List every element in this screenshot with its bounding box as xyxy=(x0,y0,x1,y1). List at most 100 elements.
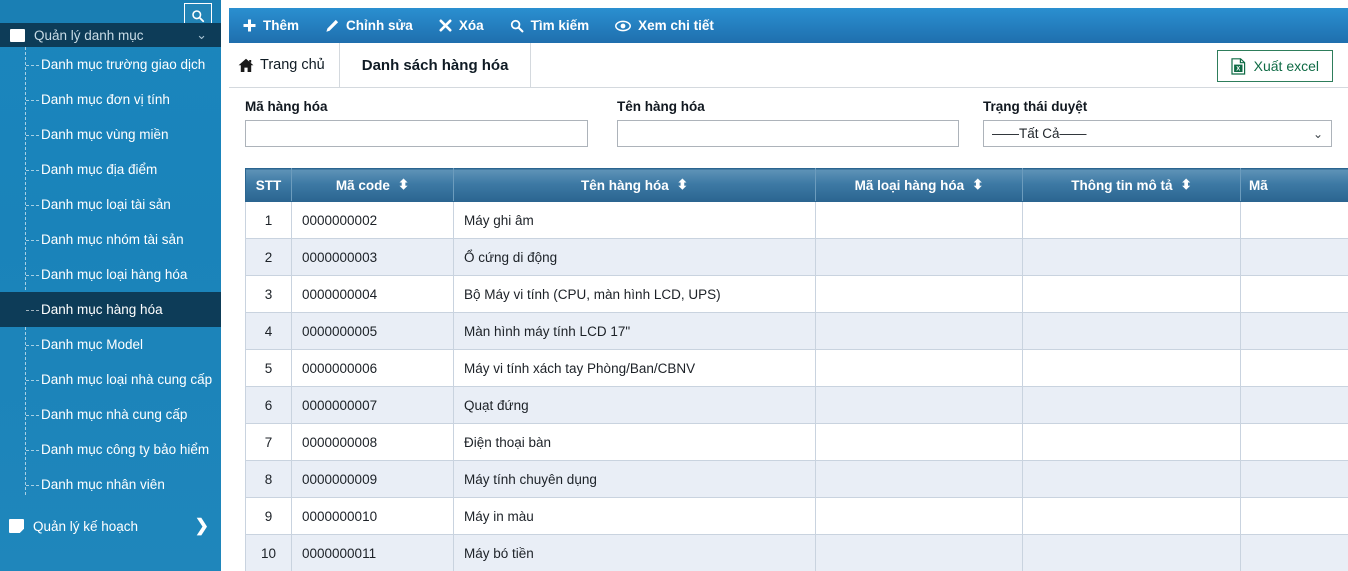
cell-code: 0000000002 xyxy=(291,201,454,239)
sort-updown-icon[interactable]: ⬍ xyxy=(972,178,983,192)
pencil-icon xyxy=(326,19,339,32)
cell-code: 0000000006 xyxy=(291,349,454,387)
export-excel-label: Xuất excel xyxy=(1253,58,1319,74)
sidebar-item-label: Danh mục nhà cung cấp xyxy=(41,407,188,422)
home-icon xyxy=(238,58,254,72)
cell-last xyxy=(1240,349,1348,387)
export-excel-button[interactable]: X Xuất excel xyxy=(1216,50,1333,82)
app-window: Quản lý danh mục ⌄ Danh mục trường giao … xyxy=(0,0,1348,571)
view-detail-button[interactable]: Xem chi tiết xyxy=(615,19,714,33)
table-row[interactable]: 2 0000000003 Ổ cứng di động xyxy=(245,238,1348,276)
table-row[interactable]: 9 0000000010 Máy in màu xyxy=(245,497,1348,535)
table-row[interactable]: 1 0000000002 Máy ghi âm xyxy=(245,201,1348,239)
table-row[interactable]: 10 0000000011 Máy bó tiền xyxy=(245,534,1348,571)
approval-status-selected-value: ——Tất Cả—— xyxy=(992,126,1087,141)
table-row[interactable]: 4 0000000005 Màn hình máy tính LCD 17" xyxy=(245,312,1348,350)
cell-name: Ổ cứng di động xyxy=(453,238,816,276)
sidebar-item-danh-muc-model[interactable]: Danh mục Model xyxy=(0,327,221,362)
cell-type xyxy=(815,238,1023,276)
cell-name: Máy in màu xyxy=(453,497,816,535)
table-row[interactable]: 7 0000000008 Điện thoại bàn xyxy=(245,423,1348,461)
column-label: Mã xyxy=(1249,177,1268,193)
chevron-down-icon: ⌄ xyxy=(196,27,207,42)
column-label: Thông tin mô tả xyxy=(1071,177,1173,193)
sidebar-item-danh-muc-truong-giao-dich[interactable]: Danh mục trường giao dịch xyxy=(0,47,221,82)
cell-stt: 3 xyxy=(245,275,292,313)
search-icon xyxy=(510,19,524,32)
delete-button[interactable]: Xóa xyxy=(439,19,484,33)
sidebar-item-danh-muc-nhan-vien[interactable]: Danh mục nhân viên xyxy=(0,467,221,502)
goods-table: STT Mã code ⬍ Tên hàng hóa ⬍ Mã loại hàng … xyxy=(245,168,1348,571)
column-header-ma-truncated[interactable]: Mã xyxy=(1240,168,1348,202)
sidebar-item-danh-muc-don-vi-tinh[interactable]: Danh mục đơn vị tính xyxy=(0,82,221,117)
sidebar-item-label: Danh mục trường giao dịch xyxy=(41,57,206,72)
table-row[interactable]: 6 0000000007 Quạt đứng xyxy=(245,386,1348,424)
cell-type xyxy=(815,201,1023,239)
cell-name: Quạt đứng xyxy=(453,386,816,424)
column-header-ten-hang-hoa[interactable]: Tên hàng hóa ⬍ xyxy=(453,168,816,202)
sidebar-group-header-danh-muc[interactable]: Quản lý danh mục ⌄ xyxy=(0,23,221,47)
cell-desc xyxy=(1022,386,1241,424)
cell-code: 0000000009 xyxy=(291,460,454,498)
cell-code: 0000000003 xyxy=(291,238,454,276)
sidebar-item-danh-muc-nhom-tai-san[interactable]: Danh mục nhóm tài sản xyxy=(0,222,221,257)
sidebar-item-danh-muc-hang-hoa[interactable]: Danh mục hàng hóa xyxy=(0,292,221,327)
sidebar-tree: Danh mục trường giao dịch Danh mục đơn v… xyxy=(0,47,221,502)
column-header-ma-loai-hang-hoa[interactable]: Mã loại hàng hóa ⬍ xyxy=(815,168,1023,202)
edit-button[interactable]: Chỉnh sửa xyxy=(325,19,413,33)
sidebar-section-quan-ly-ke-hoach[interactable]: Quản lý kế hoạch ❯ xyxy=(0,508,221,544)
add-button[interactable]: Thêm xyxy=(243,19,299,33)
cell-type xyxy=(815,460,1023,498)
search-code-input[interactable] xyxy=(245,120,589,147)
breadcrumb-current[interactable]: Danh sách hàng hóa xyxy=(340,43,532,87)
cell-type xyxy=(815,275,1023,313)
table-row[interactable]: 8 0000000009 Máy tính chuyên dụng xyxy=(245,460,1348,498)
eye-icon xyxy=(615,20,632,31)
filter-status-label: Trạng thái duyệt xyxy=(983,99,1088,114)
column-header-thong-tin-mo-ta[interactable]: Thông tin mô tả ⬍ xyxy=(1022,168,1241,202)
filter-name-label: Tên hàng hóa xyxy=(617,99,705,114)
sort-updown-icon[interactable]: ⬍ xyxy=(1180,178,1191,192)
chevron-down-icon: ⌄ xyxy=(1312,126,1323,141)
cell-stt: 8 xyxy=(245,460,292,498)
cell-last xyxy=(1240,312,1348,350)
sidebar-item-danh-muc-dia-diem[interactable]: Danh mục địa điểm xyxy=(0,152,221,187)
main-content: Thêm Chỉnh sửa Xóa Tìm kiếm Xem chi tiết… xyxy=(229,0,1348,571)
approval-status-select[interactable]: ——Tất Cả—— ⌄ xyxy=(983,120,1332,147)
cell-last xyxy=(1240,386,1348,424)
search-name-input[interactable] xyxy=(617,120,960,147)
sort-updown-icon[interactable]: ⬍ xyxy=(677,178,688,192)
sidebar-item-danh-muc-loai-nha-cung-cap[interactable]: Danh mục loại nhà cung cấp xyxy=(0,362,221,397)
table-head: STT Mã code ⬍ Tên hàng hóa ⬍ Mã loại hàng … xyxy=(245,168,1348,202)
table-row[interactable]: 3 0000000004 Bộ Máy vi tính (CPU, màn hì… xyxy=(245,275,1348,313)
sidebar-item-danh-muc-vung-mien[interactable]: Danh mục vùng miền xyxy=(0,117,221,152)
cell-last xyxy=(1240,201,1348,239)
breadcrumb-home[interactable]: Trang chủ xyxy=(229,43,340,87)
sort-updown-icon[interactable]: ⬍ xyxy=(398,178,409,192)
sidebar-item-label: Danh mục địa điểm xyxy=(41,162,158,177)
sidebar: Quản lý danh mục ⌄ Danh mục trường giao … xyxy=(0,0,221,571)
cell-desc xyxy=(1022,275,1241,313)
column-label: Mã loại hàng hóa xyxy=(854,177,965,193)
plus-icon xyxy=(243,19,256,32)
cell-name: Bộ Máy vi tính (CPU, màn hình LCD, UPS) xyxy=(453,275,816,313)
sidebar-item-label: Danh mục Model xyxy=(41,337,144,352)
cell-last xyxy=(1240,460,1348,498)
table-row[interactable]: 5 0000000006 Máy vi tính xách tay Phòng/… xyxy=(245,349,1348,387)
sidebar-item-danh-muc-loai-hang-hoa[interactable]: Danh mục loại hàng hóa xyxy=(0,257,221,292)
column-label: STT xyxy=(255,177,282,193)
table-header-row: STT Mã code ⬍ Tên hàng hóa ⬍ Mã loại hàng … xyxy=(245,168,1348,202)
page-icon xyxy=(9,519,24,533)
column-header-ma-code[interactable]: Mã code ⬍ xyxy=(291,168,454,202)
sidebar-item-label: Danh mục công ty bảo hiểm xyxy=(41,442,210,457)
sidebar-item-danh-muc-loai-tai-san[interactable]: Danh mục loại tài sản xyxy=(0,187,221,222)
view-detail-button-label: Xem chi tiết xyxy=(638,17,714,33)
cell-stt: 6 xyxy=(245,386,292,424)
sidebar-item-danh-muc-nha-cung-cap[interactable]: Danh mục nhà cung cấp xyxy=(0,397,221,432)
column-header-stt[interactable]: STT xyxy=(245,168,292,202)
cell-last xyxy=(1240,497,1348,535)
sidebar-item-danh-muc-cong-ty-bao-hiem[interactable]: Danh mục công ty bảo hiểm xyxy=(0,432,221,467)
cell-stt: 4 xyxy=(245,312,292,350)
search-button[interactable]: Tìm kiếm xyxy=(510,19,589,33)
cell-name: Máy ghi âm xyxy=(453,201,816,239)
